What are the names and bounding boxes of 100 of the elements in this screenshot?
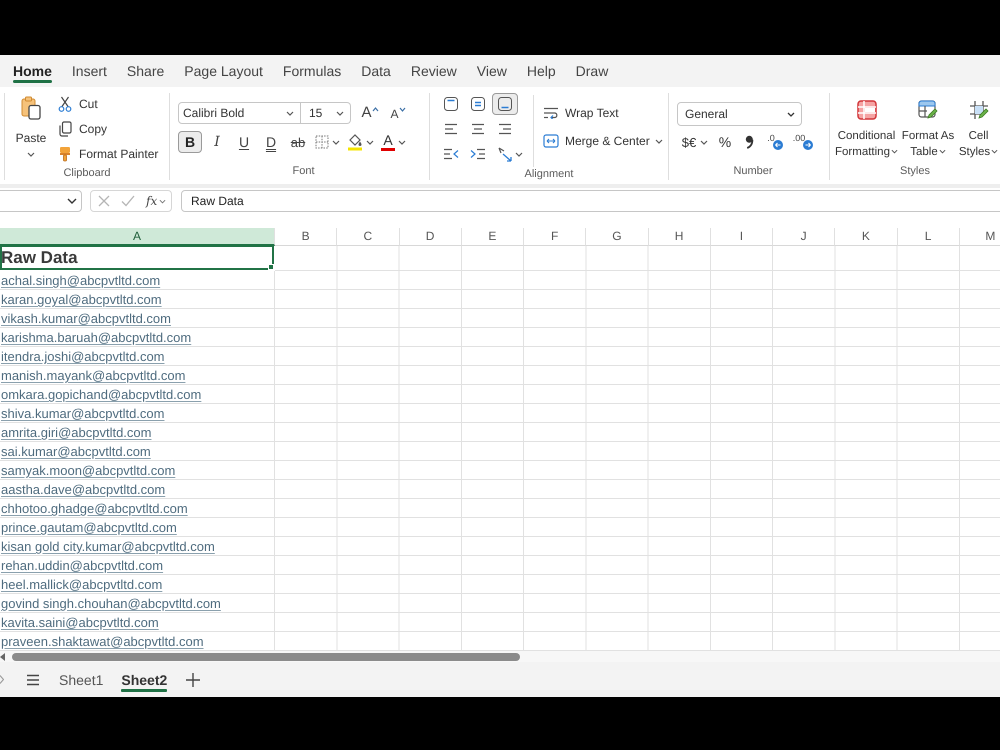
table-cell: samyak.moon@abcpvtltd.com bbox=[0, 461, 275, 480]
merge-cells-icon bbox=[543, 134, 559, 148]
group-label: Clipboard bbox=[63, 166, 111, 181]
underline-button[interactable]: U bbox=[232, 131, 256, 153]
comma-icon bbox=[744, 135, 754, 149]
column-header[interactable]: A bbox=[0, 228, 275, 246]
caret-icon bbox=[336, 110, 344, 116]
increase-decimal-button[interactable]: .00 bbox=[789, 131, 817, 153]
caret-up-icon bbox=[372, 107, 378, 112]
align-center-icon bbox=[471, 123, 485, 135]
decrease-indent-icon bbox=[443, 148, 459, 160]
caret-icon bbox=[398, 140, 406, 144]
copy-button[interactable]: Copy bbox=[58, 116, 158, 141]
align-bottom-icon bbox=[497, 96, 513, 112]
align-top-icon bbox=[443, 96, 459, 112]
caret-icon bbox=[27, 152, 35, 157]
right-arrow-circle-icon bbox=[803, 140, 814, 150]
ribbon-tab[interactable]: Data bbox=[361, 55, 391, 87]
align-middle-icon bbox=[470, 96, 486, 112]
grid-pencil-icon bbox=[968, 100, 988, 120]
table-cell: shiva.kumar@abcpvtltd.com bbox=[0, 404, 275, 423]
currency-button[interactable]: $€ bbox=[677, 131, 713, 153]
ribbon-tab[interactable]: Share bbox=[126, 55, 164, 87]
table-cell: karishma.baruah@abcpvtltd.com bbox=[0, 328, 275, 347]
font-color-button[interactable]: A bbox=[379, 131, 408, 153]
caret-icon bbox=[938, 149, 946, 154]
conditional-formatting-button[interactable]: Conditional Formatting bbox=[834, 94, 899, 160]
table-cell: Raw Data bbox=[0, 245, 275, 271]
format-painter-button[interactable]: Format Painter bbox=[58, 141, 158, 166]
number-format-dropdown[interactable]: General bbox=[677, 102, 802, 126]
table-cell: govind singh.chouhan@abcpvtltd.com bbox=[0, 594, 275, 613]
decrease-font-size-button[interactable]: A bbox=[386, 102, 410, 124]
ribbon-tab[interactable]: Help bbox=[526, 55, 556, 87]
ribbon-tab[interactable]: Draw bbox=[576, 55, 608, 87]
format-as-table-button[interactable]: Format As Table bbox=[899, 94, 957, 160]
table-cell: omkara.gopichand@abcpvtltd.com bbox=[0, 385, 275, 404]
wrap-text-icon bbox=[543, 107, 559, 119]
decrease-decimal-button[interactable]: .0 bbox=[761, 131, 789, 153]
ribbon-tab[interactable]: View bbox=[476, 55, 507, 87]
ribbon-tab[interactable]: Page Layout bbox=[184, 55, 263, 87]
table-cell: kisan gold city.kumar@abcpvtltd.com bbox=[0, 537, 275, 556]
caret-icon bbox=[286, 110, 294, 116]
caret-icon bbox=[890, 149, 898, 154]
bottom-align-button[interactable] bbox=[492, 93, 518, 115]
percent-button[interactable]: % bbox=[713, 131, 737, 153]
table-cell: manish.mayank@abcpvtltd.com bbox=[0, 366, 275, 385]
scroll-left-icon[interactable] bbox=[0, 652, 5, 660]
sheet-tab[interactable]: Sheet2 bbox=[121, 662, 168, 697]
table-cell: kavita.saini@abcpvtltd.com bbox=[0, 613, 275, 632]
formula-input[interactable]: Raw Data bbox=[181, 190, 1000, 212]
table-cell: karan.goyal@abcpvtltd.com bbox=[0, 290, 275, 309]
group-label: Number bbox=[733, 164, 773, 179]
paste-button[interactable]: Paste bbox=[12, 93, 50, 161]
merge-center-button[interactable]: Merge & Center bbox=[543, 130, 663, 152]
italic-button[interactable]: I bbox=[205, 131, 229, 153]
caret-down-icon bbox=[398, 107, 406, 112]
ribbon-tab[interactable]: Review bbox=[410, 55, 457, 87]
table-cell: sai.kumar@abcpvtltd.com bbox=[0, 442, 275, 461]
table-cell: heel.mallick@abcpvtltd.com bbox=[0, 575, 275, 594]
align-right-icon bbox=[498, 123, 512, 135]
ribbon-tab[interactable]: Home bbox=[13, 55, 52, 87]
caret-icon bbox=[67, 198, 77, 204]
caret-icon bbox=[366, 140, 374, 144]
wrap-text-button[interactable]: Wrap Text bbox=[543, 102, 663, 124]
caret-icon bbox=[787, 112, 795, 116]
table-cell: aastha.dave@abcpvtltd.com bbox=[0, 480, 275, 499]
scissors-icon bbox=[58, 96, 72, 112]
fill-handle[interactable] bbox=[268, 264, 274, 270]
increase-font-size-button[interactable]: A bbox=[358, 102, 382, 124]
copy-icon bbox=[58, 120, 72, 136]
sheet-tab[interactable]: Sheet1 bbox=[59, 662, 104, 697]
double-underline-button[interactable]: D bbox=[259, 131, 283, 153]
paint-bucket-icon bbox=[347, 133, 363, 151]
caret-icon bbox=[332, 140, 340, 144]
table-pencil-icon bbox=[918, 100, 938, 120]
insert-function-button[interactable]: fx bbox=[146, 191, 166, 211]
ribbon-tab[interactable]: Insert bbox=[72, 55, 107, 87]
table-cell: achal.singh@abcpvtltd.com bbox=[0, 271, 275, 290]
table-grid-icon bbox=[856, 100, 876, 120]
table-cell: prince.gautam@abcpvtltd.com bbox=[0, 518, 275, 537]
group-label: Styles bbox=[900, 164, 930, 179]
caret-icon bbox=[159, 198, 166, 204]
chevron-right-icon[interactable] bbox=[0, 675, 4, 684]
caret-icon bbox=[700, 140, 708, 144]
plus-icon bbox=[186, 672, 200, 686]
scrollbar-thumb[interactable] bbox=[12, 652, 520, 660]
cut-button[interactable]: Cut bbox=[58, 91, 158, 116]
font-name-dropdown[interactable]: Calibri Bold bbox=[178, 102, 301, 124]
color-bar-icon bbox=[381, 148, 395, 151]
cell-styles-button[interactable]: Cell Styles bbox=[957, 94, 1000, 160]
table-cell: amrita.giri@abcpvtltd.com bbox=[0, 423, 275, 442]
diagonal-arrow-icon bbox=[497, 146, 513, 162]
bold-button[interactable]: B bbox=[178, 131, 202, 153]
font-size-dropdown[interactable]: 15 bbox=[301, 102, 351, 124]
strikethrough-button[interactable]: ab bbox=[286, 131, 310, 153]
caret-icon bbox=[654, 138, 663, 144]
ribbon-tab[interactable]: Formulas bbox=[282, 55, 342, 87]
paintbrush-icon bbox=[58, 146, 72, 162]
group-label: Font bbox=[292, 164, 314, 179]
table-cell: chhotoo.ghadge@abcpvtltd.com bbox=[0, 499, 275, 518]
